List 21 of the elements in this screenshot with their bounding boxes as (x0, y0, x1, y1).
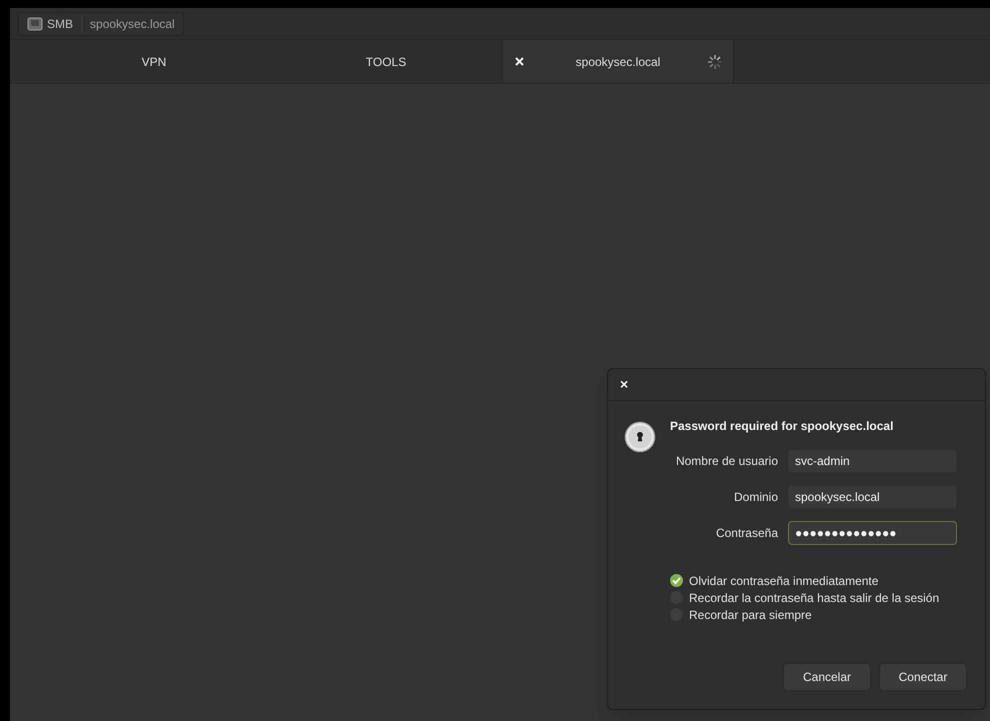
breadcrumb-item[interactable]: SMB (19, 14, 82, 32)
tab[interactable]: spookysec.local (502, 40, 734, 83)
option-label: Recordar la contraseña hasta salir de la sesión (689, 590, 940, 606)
close-button[interactable]: × (620, 374, 628, 395)
field-label: Nombre de usuario (674, 453, 778, 470)
field-label: Contraseña (714, 525, 778, 542)
input-field[interactable]: spookysec.local (788, 485, 957, 509)
field-label: Dominio (732, 489, 778, 506)
radio-button[interactable] (670, 574, 683, 587)
input-field[interactable]: ●●●●●●●●●●●●●● (788, 521, 957, 545)
dialog-title: Password required for spookysec.local (670, 418, 894, 435)
input-field[interactable]: svc-admin (788, 449, 957, 473)
tab[interactable]: VPN (38, 40, 270, 83)
option-label: Recordar para siempre (689, 606, 812, 624)
breadcrumb-item[interactable]: spookysec.local (81, 14, 183, 32)
computer-icon (27, 16, 43, 30)
tab[interactable]: TOOLS (270, 40, 502, 83)
close-icon[interactable] (515, 57, 524, 66)
dialog-button[interactable]: Conectar (879, 663, 967, 691)
dialog-button[interactable]: Cancelar (783, 663, 871, 691)
option-label: Olvidar contraseña inmediatamente (689, 572, 878, 590)
